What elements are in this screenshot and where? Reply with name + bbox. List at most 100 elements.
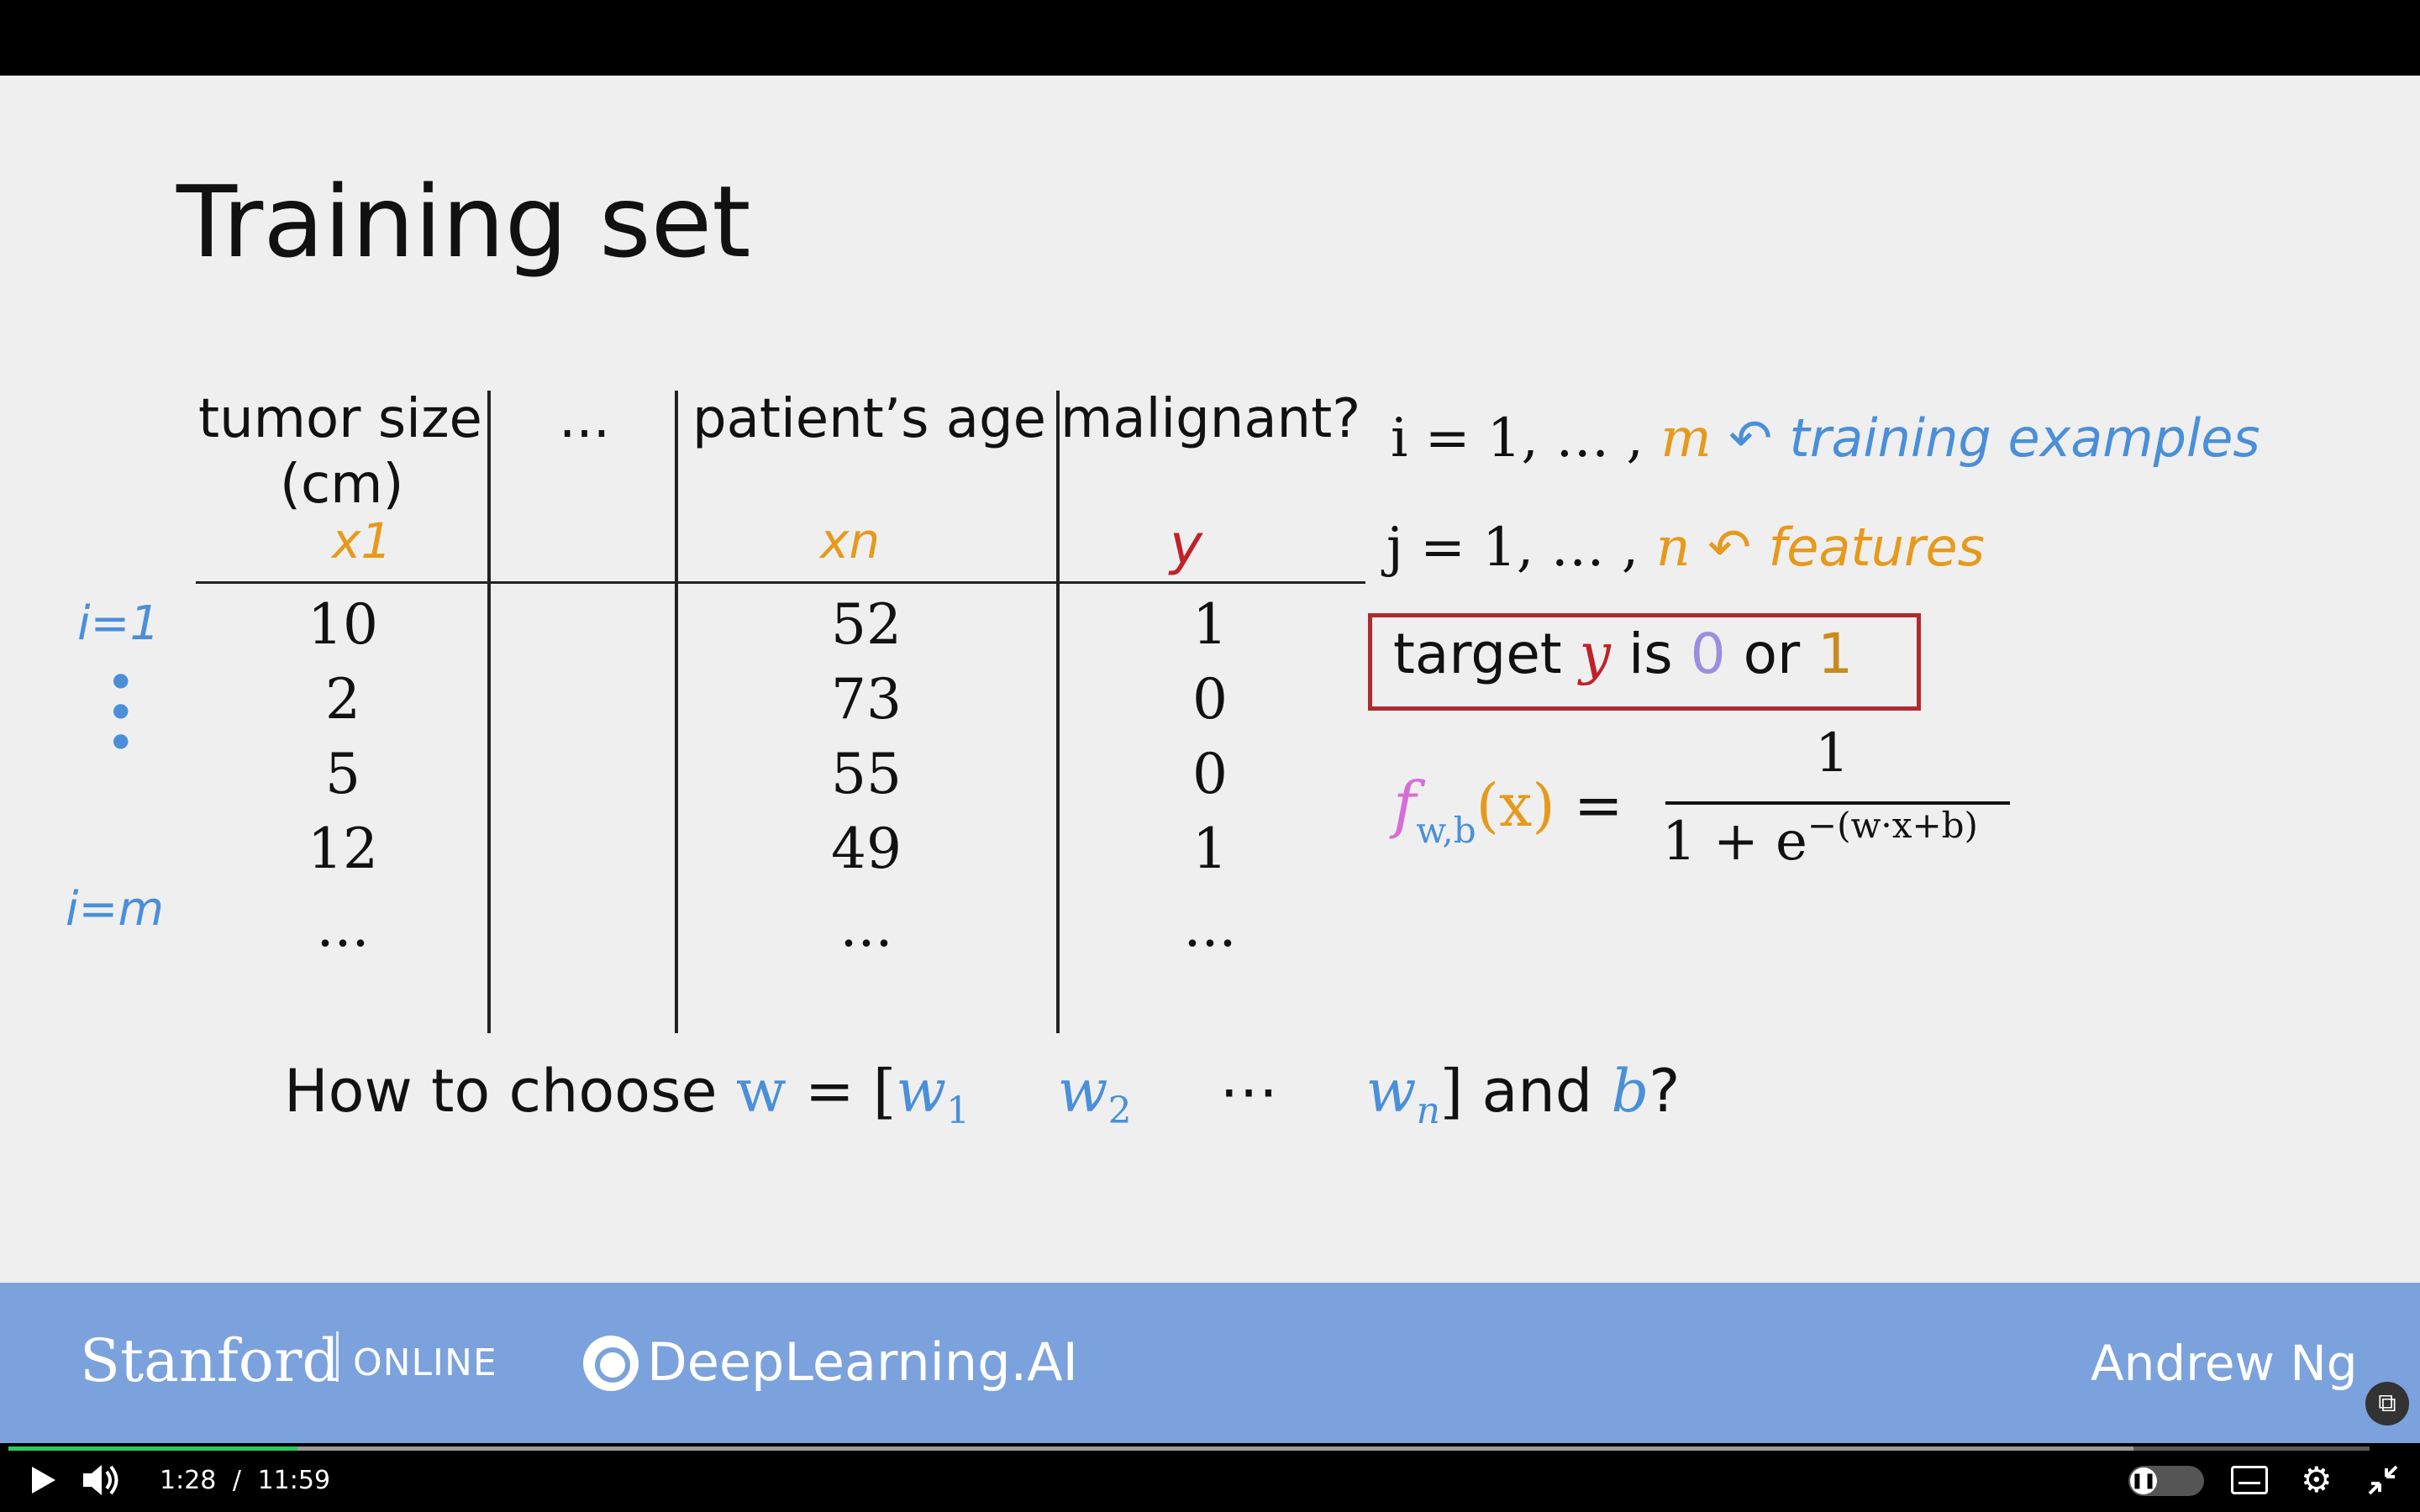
cell-size: 2 <box>325 667 360 732</box>
header-symbol-y: y <box>1170 512 1203 577</box>
logo-divider <box>336 1331 339 1382</box>
cell-malignant: 1 <box>1192 592 1228 657</box>
cell-age: 52 <box>831 592 902 657</box>
progress-fill <box>8 1446 297 1451</box>
volume-icon <box>83 1465 118 1495</box>
question-w-vector: w <box>735 1057 786 1126</box>
note-features: j = 1, … , n ↶ features <box>1386 517 1985 579</box>
note-features-prefix: j = 1, … , <box>1386 517 1639 579</box>
note-features-var: n <box>1655 517 1691 579</box>
time-separator: / <box>232 1466 242 1495</box>
target-var: y <box>1579 622 1611 686</box>
cell-malignant: ... <box>1183 895 1237 959</box>
header-symbol-x1: x1 <box>332 512 392 570</box>
formula-denominator-base: 1 + e <box>1662 811 1807 873</box>
header-symbol-xn: xn <box>820 512 881 570</box>
cell-age: 49 <box>831 816 902 881</box>
question-w1: w <box>896 1057 947 1126</box>
volume-button[interactable] <box>80 1462 122 1499</box>
question-close: ] <box>1439 1057 1464 1126</box>
cell-age: 73 <box>831 667 902 732</box>
cell-age: 55 <box>831 742 902 806</box>
note-examples-annotation: training examples <box>1789 407 2260 469</box>
note-features-annotation: features <box>1768 517 1985 578</box>
target-one: 1 <box>1818 622 1854 686</box>
gear-icon: ⚙ <box>2301 1459 2333 1500</box>
formula-denominator: 1 + e−(w·x+b) <box>1662 805 1978 873</box>
settings-button[interactable]: ⚙ <box>2301 1462 2333 1499</box>
formula-numerator: 1 <box>1815 722 1849 785</box>
target-is: is <box>1628 622 1673 686</box>
formula-sub: w,b <box>1416 810 1476 851</box>
lecture-slide[interactable]: Training set tumor size (cm) x1 ... pati… <box>0 76 2420 1283</box>
header-ellipsis: ... <box>559 388 611 450</box>
current-time: 1:28 <box>160 1466 217 1495</box>
target-zero: 0 <box>1690 622 1726 686</box>
autopause-toggle[interactable]: ❚❚ <box>2128 1466 2204 1496</box>
table-divider-2 <box>675 391 678 1033</box>
exit-fullscreen-icon <box>2368 1465 2398 1495</box>
cell-malignant: 0 <box>1192 742 1228 806</box>
row-label-first: i=1 <box>77 596 160 651</box>
arrow-icon: ↶ <box>1707 517 1752 578</box>
arrow-icon: ↶ <box>1728 407 1773 469</box>
header-malignant: malignant? <box>1060 388 1361 450</box>
top-black-bar <box>0 0 2420 76</box>
row-label-last: i=m <box>66 882 165 937</box>
video-controls <box>0 1443 2420 1512</box>
note-examples-var: m <box>1660 407 1712 470</box>
header-patient-age: patient’s age <box>692 388 1046 450</box>
formula-arg: (x) <box>1476 771 1555 840</box>
question-dots: ⋯ <box>1219 1057 1279 1126</box>
table-header-rule <box>196 581 1365 584</box>
play-icon <box>32 1467 55 1494</box>
question-and: and <box>1481 1057 1593 1126</box>
slide-footer: Stanford ONLINE DeepLearning.AI Andrew N… <box>0 1283 2420 1443</box>
cell-size: 12 <box>308 816 378 881</box>
time-display: 1:28 / 11:59 <box>160 1466 330 1495</box>
screen-capture-icon[interactable]: ⧉ <box>2365 1382 2409 1425</box>
exit-fullscreen-button[interactable] <box>2366 1463 2400 1497</box>
question-w1-sub: 1 <box>946 1089 971 1132</box>
slide-title: Training set <box>176 164 751 280</box>
play-button[interactable] <box>25 1463 59 1497</box>
question-eq: = [ <box>805 1057 897 1126</box>
header-tumor-size: tumor size <box>198 388 482 450</box>
cell-malignant: 0 <box>1192 667 1228 732</box>
question-line: How to choose w = [w1 w2 ⋯ wn] and b? <box>284 1057 1681 1132</box>
cell-size: 5 <box>325 742 360 806</box>
online-label: ONLINE <box>353 1341 497 1384</box>
stanford-logo: Stanford <box>80 1326 340 1395</box>
formula-eq: = <box>1573 771 1623 840</box>
row-vertical-dots: • • • <box>106 654 136 773</box>
question-wn: w <box>1365 1057 1417 1126</box>
question-mark: ? <box>1649 1057 1681 1126</box>
note-examples-prefix: i = 1, … , <box>1391 407 1644 470</box>
pause-icon: ❚❚ <box>2130 1467 2157 1494</box>
formula-exponent: −(w·x+b) <box>1807 805 1978 846</box>
formula-lhs: fw,b(x) = <box>1393 769 1623 851</box>
deeplearning-label: DeepLearning.AI <box>647 1331 1078 1393</box>
target-statement: target y is 0 or 1 <box>1393 622 1853 686</box>
presenter-name: Andrew Ng <box>2091 1335 2358 1392</box>
formula-f: f <box>1393 769 1417 841</box>
duration: 11:59 <box>257 1466 331 1495</box>
table-divider-1 <box>487 391 491 1033</box>
cell-malignant: 1 <box>1192 816 1228 881</box>
cell-age: ... <box>839 895 893 959</box>
note-examples: i = 1, … , m ↶ training examples <box>1391 407 2260 470</box>
question-wn-sub: n <box>1416 1089 1440 1132</box>
table-divider-3 <box>1056 391 1060 1033</box>
question-w2-sub: 2 <box>1107 1089 1132 1132</box>
question-b: b <box>1611 1057 1649 1126</box>
captions-button[interactable] <box>2231 1466 2268 1494</box>
captions-icon <box>2238 1482 2260 1484</box>
cell-size: 10 <box>308 592 378 657</box>
question-w2: w <box>1057 1057 1108 1126</box>
header-tumor-size-unit: (cm) <box>280 454 404 516</box>
progress-buffer <box>8 1446 2133 1451</box>
question-prefix: How to choose <box>284 1057 718 1126</box>
deeplearning-logo-icon <box>583 1336 639 1391</box>
cell-size: ... <box>316 895 370 959</box>
target-or: or <box>1743 622 1801 686</box>
